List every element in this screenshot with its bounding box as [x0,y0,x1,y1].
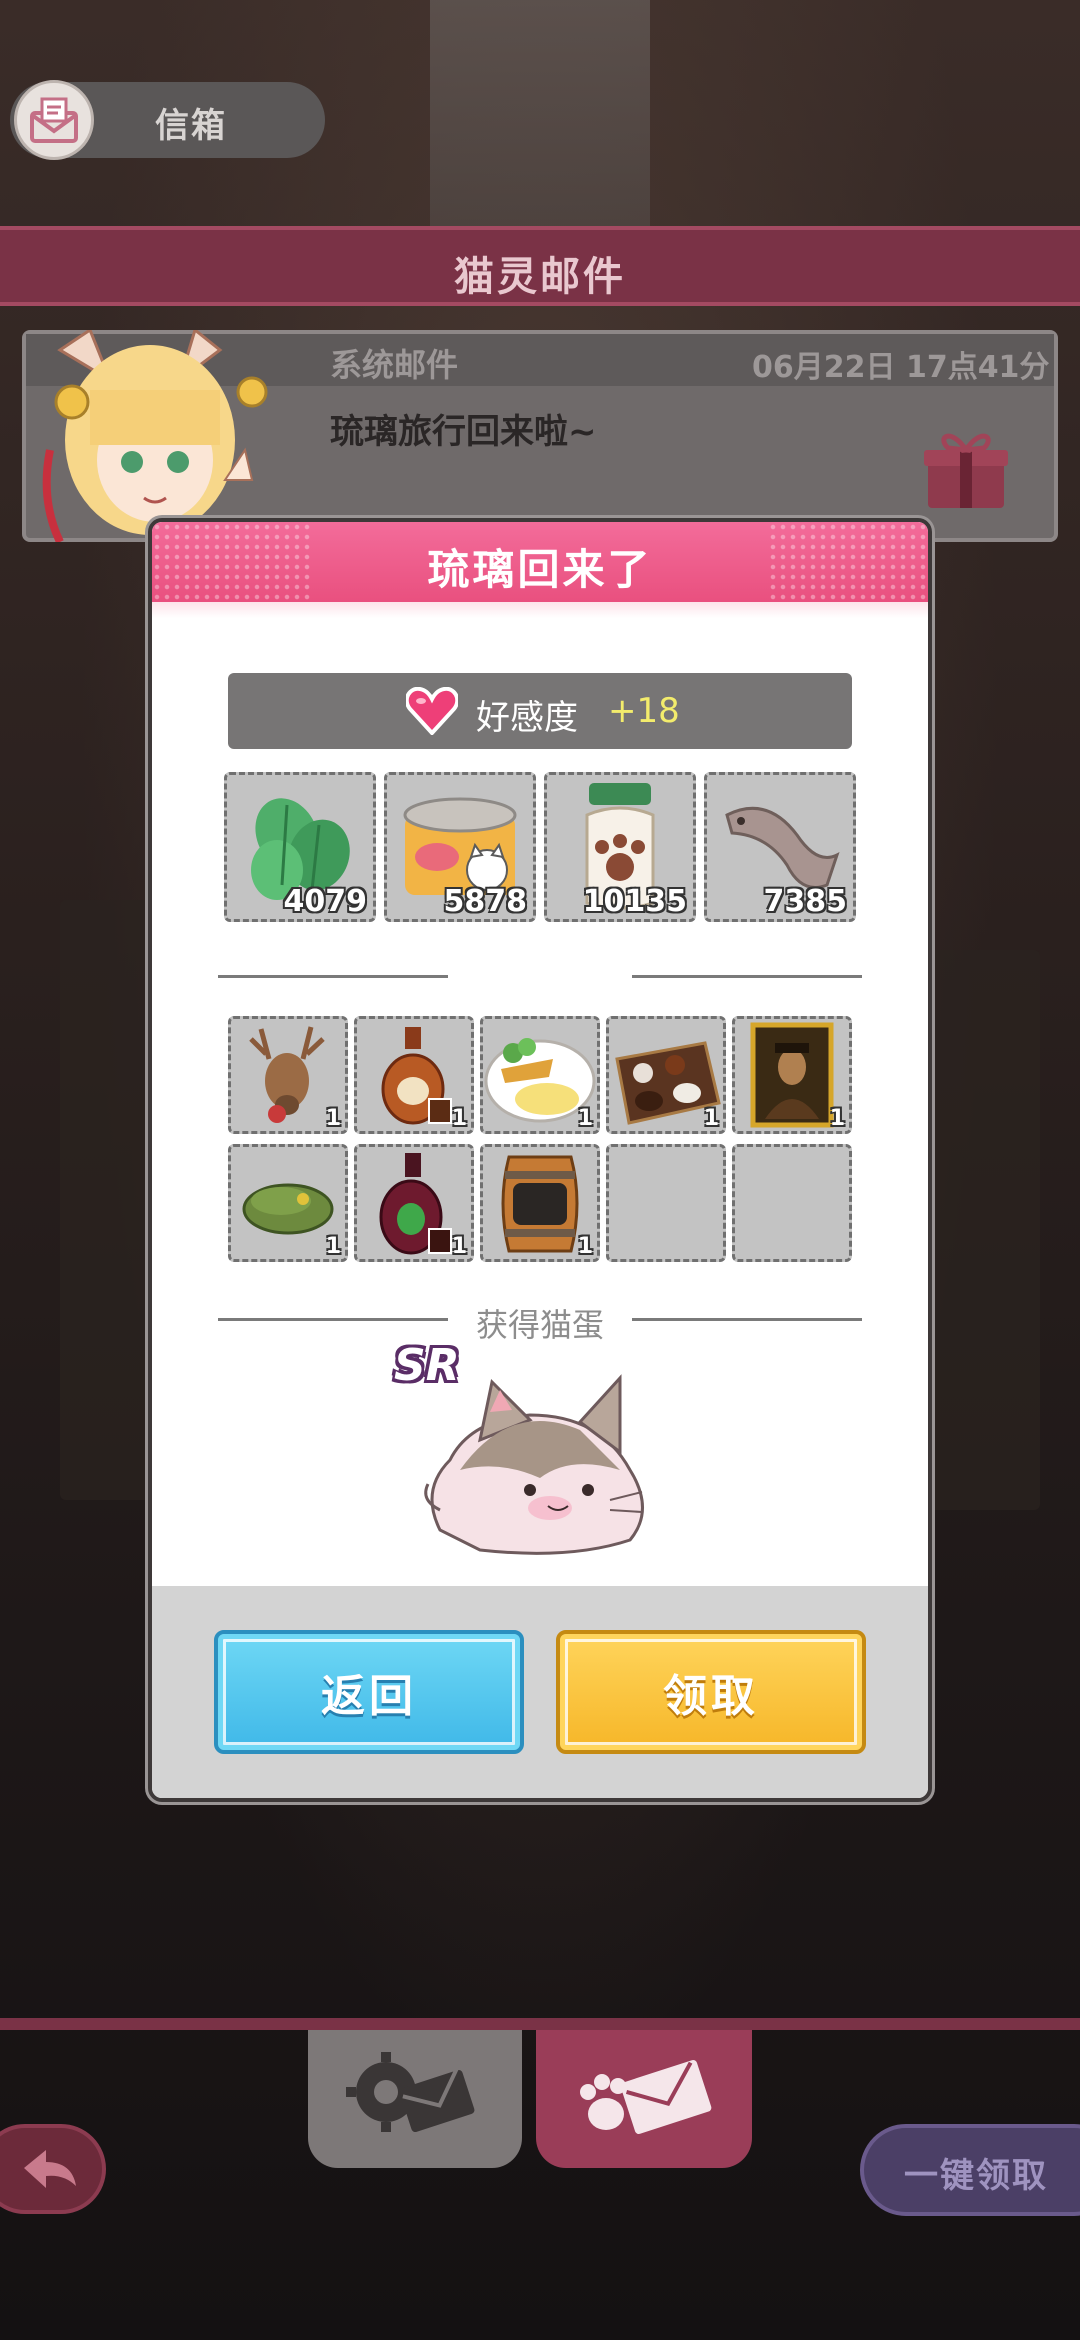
reward-count: 4079 [283,884,368,919]
reward-count: 5878 [443,884,528,919]
mail-date: 06月22日 17点41分 [752,350,1050,385]
reward-count: 1 [829,1106,845,1131]
reward-slot-fish-and-chips[interactable]: 1 [480,1016,600,1134]
favor-value: +18 [608,691,680,731]
tab-system-mail[interactable] [308,2030,522,2168]
mail-icon [14,80,94,160]
claim-all-button[interactable]: 一键领取 [860,2124,1080,2216]
mail-sender: 系统邮件 [330,346,459,384]
back-button-label: 返回 [321,1671,417,1722]
reward-slot-wooden-barrel[interactable]: 1 [480,1144,600,1262]
header-bar: 猫灵邮件 [0,226,1080,306]
claim-all-label: 一键领取 [904,2156,1048,2196]
reward-slot-empty [732,1144,852,1262]
mailbox-button[interactable]: 信箱 [10,80,325,160]
tab-cat-mail[interactable] [536,2030,752,2168]
reward-slot-portrait-painting[interactable]: 1 [732,1016,852,1134]
reward-count: 1 [325,1106,341,1131]
reward-count: 1 [577,1106,593,1131]
reward-slot-empty [606,1144,726,1262]
reward-slot-mint-leaves[interactable]: 4079 [224,772,376,922]
favor-label: 好感度 [476,698,578,738]
reward-count: 7385 [763,884,848,919]
reward-slot-wine-bottle[interactable]: 1 [354,1144,474,1262]
back-button[interactable]: 返回 [214,1630,524,1754]
mailbox-label: 信箱 [155,106,227,146]
back-arrow-icon [24,2150,76,2188]
section-divider [218,975,448,978]
back-arrow-button[interactable] [0,2124,106,2214]
reward-count: 1 [451,1234,467,1259]
reward-slot-canned-food[interactable]: 5878 [384,772,536,922]
reward-slot-brandy-bottle[interactable]: 1 [354,1016,474,1134]
reward-count: 1 [451,1106,467,1131]
reward-slot-deer-head[interactable]: 1 [228,1016,348,1134]
reward-count: 1 [703,1106,719,1131]
reward-slot-fish[interactable]: 7385 [704,772,856,922]
gear-mail-icon [346,2052,475,2133]
reward-slot-paw-jar[interactable]: 10135 [544,772,696,922]
reward-slot-chocolate-box[interactable]: 1 [606,1016,726,1134]
claim-button-label: 领取 [663,1671,759,1722]
footer-bar [0,2018,1080,2030]
page-title: 猫灵邮件 [454,254,626,300]
section-divider [632,975,862,978]
header-shade [152,602,928,618]
favor-bar: 好感度 +18 [228,673,852,749]
dialog-header: 琉璃回来了 [152,522,928,602]
sender-avatar [20,330,290,542]
gift-icon [922,428,1010,512]
reward-count: 1 [577,1234,593,1259]
cat-egg-icon [420,1360,660,1560]
reward-count: 1 [325,1234,341,1259]
mail-subject: 琉璃旅行回来啦~ [330,412,597,452]
reward-count: 10135 [582,884,687,919]
claim-button[interactable]: 领取 [556,1630,866,1754]
dialog-title: 琉璃回来了 [427,545,653,594]
reward-slot-green-beret[interactable]: 1 [228,1144,348,1262]
paw-mail-icon [580,2060,712,2134]
heart-icon [404,686,460,736]
egg-section-label: 获得猫蛋 [475,1306,604,1344]
